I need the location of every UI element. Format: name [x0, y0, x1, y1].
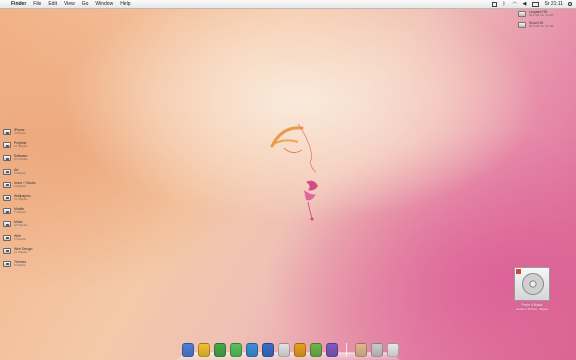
folder-icon [3, 142, 11, 149]
bluetooth-icon[interactable]: ᛒ [502, 1, 507, 7]
clock[interactable]: Sr 21:11 [544, 1, 563, 7]
menu-bar: Finder File Edit View Go Window Help ᛒ ◠… [0, 0, 576, 9]
track-artist: Heather McKee - Bigwa [516, 307, 548, 311]
folder-info: 9 Objekte [14, 170, 26, 175]
itunes-icon[interactable] [262, 343, 274, 357]
desktop-drives: Leopard HD 30,6 GB frei, 53 GB Snow HD 5… [518, 10, 570, 32]
folder-wallpapers[interactable]: Wallpapers 31 Objekte [3, 194, 47, 207]
folder-info: 23 Objekte [14, 157, 28, 162]
folder-icon [3, 129, 11, 135]
folder-web[interactable]: Web 5 Objekte [3, 234, 47, 247]
folder-iphone[interactable]: iPhone 4 Objekte [3, 128, 47, 141]
cd-disc-icon [522, 273, 544, 295]
folder-music[interactable]: Music 18 Objekte [3, 220, 47, 233]
folder-info: 18 Objekte [14, 223, 28, 228]
drive-info: 30,6 GB frei, 53 GB [529, 13, 554, 17]
wallpaper-face-illustration [270, 123, 318, 221]
folder-icon [3, 155, 11, 162]
applications-stack-icon[interactable] [355, 343, 367, 357]
twitter-icon[interactable] [310, 343, 322, 357]
folder-info: 6 Objekte [14, 183, 26, 188]
folder-icon [3, 194, 11, 201]
album-art-thumbnail [516, 269, 521, 274]
volume-icon[interactable]: ◀ [522, 1, 527, 7]
calendar-icon[interactable] [278, 343, 290, 357]
transmit-icon[interactable] [294, 343, 306, 357]
desktop-folders: iPhone 4 Objekte Projekte 12 Objekte Softw… [3, 128, 47, 273]
folder-web-design[interactable]: Web Design 14 Objekte [3, 247, 47, 260]
dock-icons [182, 343, 399, 357]
folder-themes[interactable]: Themes 8 Objekte [3, 260, 47, 273]
folder-icons-docks[interactable]: Icons + Docks 6 Objekte [3, 181, 47, 194]
menubar-extras: ᛒ ◠ ◀ Sr 21:11 [492, 0, 572, 8]
folder-icon [3, 221, 11, 228]
album-cover [514, 267, 550, 301]
folder-software[interactable]: Software 23 Objekte [3, 154, 47, 167]
timemachine-icon[interactable] [492, 1, 498, 7]
folder-info: 5 Objekte [14, 236, 26, 241]
menu-file[interactable]: File [33, 1, 41, 7]
folder-icon [3, 247, 11, 254]
hard-drive-icon [518, 22, 526, 28]
folder-info: 8 Objekte [14, 262, 26, 267]
folder-info: 31 Objekte [14, 196, 28, 201]
spotlight-icon[interactable] [568, 2, 572, 6]
folder-icon [3, 208, 11, 215]
drive-info: 58,5 GB frei, 91 GB [529, 24, 554, 28]
folder-info: 14 Objekte [14, 249, 28, 254]
itunes-widget[interactable]: Paint It Black Heather McKee - Bigwa [512, 267, 552, 311]
battery-icon[interactable] [532, 1, 540, 7]
menu-help[interactable]: Help [120, 1, 130, 7]
folder-mobile[interactable]: Mobile 7 Objekte [3, 207, 47, 220]
folder-icon [3, 181, 11, 188]
menu-edit[interactable]: Edit [48, 1, 57, 7]
menu-view[interactable]: View [64, 1, 75, 7]
safari-icon[interactable] [246, 343, 258, 357]
folder-art[interactable]: Art 9 Objekte [3, 168, 47, 181]
folder-icon [3, 168, 11, 175]
folder-icon [3, 260, 11, 267]
menu-finder[interactable]: Finder [11, 1, 26, 7]
documents-stack-icon[interactable] [371, 343, 383, 357]
messages-icon[interactable] [230, 343, 242, 357]
folder-info: 7 Objekte [14, 210, 26, 215]
drive-snow-hd[interactable]: Snow HD 58,5 GB frei, 91 GB [518, 21, 570, 28]
system-preferences-icon[interactable] [326, 343, 338, 357]
menu-go[interactable]: Go [82, 1, 89, 7]
notes-icon[interactable] [198, 343, 210, 357]
dock [176, 334, 400, 360]
folder-projekte[interactable]: Projekte 12 Objekte [3, 141, 47, 154]
folder-info: 12 Objekte [14, 144, 28, 149]
finder-icon[interactable] [182, 343, 194, 357]
wifi-icon[interactable]: ◠ [512, 1, 517, 7]
menu-window[interactable]: Window [95, 1, 113, 7]
trash-icon[interactable] [387, 343, 399, 357]
folder-info: 4 Objekte [14, 131, 26, 135]
adium-icon[interactable] [214, 343, 226, 357]
hard-drive-icon [518, 11, 526, 17]
folder-icon [3, 234, 11, 241]
dock-separator [346, 343, 347, 357]
drive-leopard-hd[interactable]: Leopard HD 30,6 GB frei, 53 GB [518, 10, 570, 17]
